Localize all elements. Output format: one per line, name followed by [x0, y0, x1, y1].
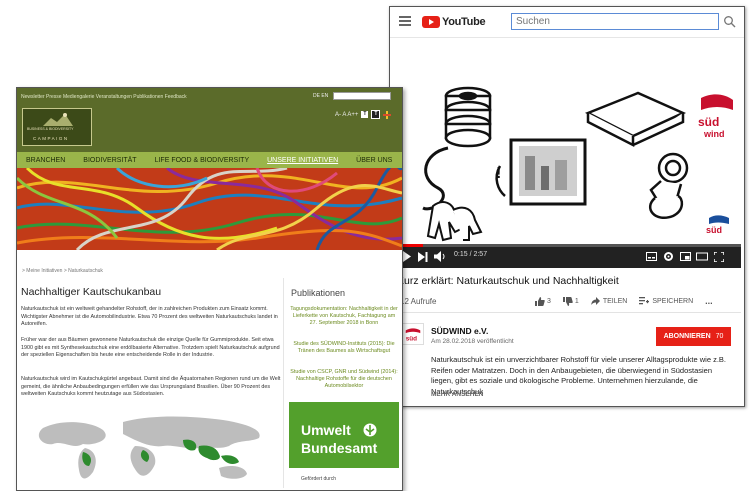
share-icon	[590, 297, 600, 305]
top-links[interactable]: Newsletter Presse Mediengalerie Veransta…	[21, 94, 187, 100]
channel-name[interactable]: SÜDWIND e.V.	[431, 326, 488, 336]
save-button[interactable]: SPEICHERN	[639, 297, 693, 305]
more-actions-icon[interactable]: ...	[705, 296, 713, 306]
landscape-logo-icon	[43, 113, 73, 126]
video-player[interactable]: ! süd wind süd	[393, 38, 741, 268]
thumbs-up-icon	[535, 296, 545, 306]
share-label: TEILEN	[602, 297, 628, 305]
accessibility-controls[interactable]: A- A A++ T T	[335, 110, 392, 119]
youtube-brand-text: YouTube	[442, 16, 486, 28]
publication-link-3[interactable]: Studie von CSCP, GNR und Südwind (2014):…	[290, 369, 398, 390]
uba-line-2: Bundesamt	[301, 440, 378, 456]
contrast-dark-icon[interactable]: T	[361, 111, 369, 118]
paragraph-3: Naturkautschuk wird im Kautschukgürtel a…	[21, 376, 281, 397]
font-size-controls[interactable]: A- A A++	[335, 112, 358, 118]
search-input[interactable]	[511, 13, 719, 30]
hamburger-menu-icon[interactable]	[399, 16, 411, 26]
logo-line-1: BUSINESS & BIODIVERSITY	[27, 127, 74, 131]
subscriber-count: 70	[715, 333, 724, 340]
nav-item-1[interactable]: BIODIVERSITÄT	[74, 157, 145, 164]
world-map	[38, 416, 260, 479]
show-more-link[interactable]: MEHR ANSEHEN	[431, 391, 484, 398]
like-count: 3	[547, 297, 551, 305]
publish-date: Am 28.02.2018 veröffentlicht	[431, 338, 514, 345]
logo-line-2: CAMPAIGN	[33, 136, 69, 141]
thumbs-down-icon	[562, 296, 573, 306]
divider	[397, 312, 741, 313]
fullscreen-icon[interactable]	[714, 252, 724, 262]
next-icon[interactable]	[418, 252, 428, 262]
youtube-window: YouTube Suchen ! süd wind süd 0:15 / 2:5…	[389, 6, 745, 407]
video-actions: 3 1 TEILEN SPEICHERN ...	[535, 295, 713, 307]
site-logo[interactable]: BUSINESS & BIODIVERSITY CAMPAIGN	[22, 108, 92, 146]
channel-avatar[interactable]: süd	[402, 323, 424, 345]
svg-text:wind: wind	[703, 129, 725, 139]
breadcrumb[interactable]: > Meine Initiativen > Naturkautschuk	[22, 268, 103, 274]
play-icon[interactable]	[402, 251, 412, 262]
theater-mode-icon[interactable]	[696, 252, 708, 261]
nav-item-0[interactable]: BRANCHEN	[17, 157, 74, 164]
uba-leaf-icon	[363, 423, 377, 437]
plus-icon[interactable]	[383, 110, 392, 119]
view-count: 12 Aufrufe	[400, 297, 437, 306]
language-switch[interactable]: DE EN	[313, 93, 328, 99]
subtitles-icon[interactable]	[646, 252, 657, 261]
main-navigation: BRANCHEN BIODIVERSITÄT LIFE FOOD & BIODIVE…	[17, 152, 402, 168]
paragraph-2: Früher war der aus Bäumen gewonnene Natu…	[21, 337, 280, 358]
svg-text:süd: süd	[706, 225, 722, 235]
subscribe-label: ABONNIEREN	[663, 333, 711, 340]
svg-text:süd: süd	[698, 115, 719, 129]
site-search-input[interactable]	[333, 92, 391, 100]
funded-by-label: Gefördert durch	[301, 476, 337, 482]
like-button[interactable]: 3	[535, 296, 551, 306]
tires-illustration	[444, 86, 492, 148]
umweltbundesamt-logo[interactable]: Umwelt Bundesamt	[289, 402, 399, 468]
share-button[interactable]: TEILEN	[590, 297, 628, 305]
uba-line-1: Umwelt	[301, 422, 351, 438]
add-to-playlist-icon	[639, 297, 650, 305]
page-heading: Nachhaltiger Kautschukanbau	[21, 286, 162, 298]
nav-item-4[interactable]: ÜBER UNS	[347, 157, 401, 164]
subscribe-button[interactable]: ABONNIEREN 70	[656, 327, 731, 346]
paragraph-1: Naturkautschuk ist ein weltweit gehandel…	[21, 306, 278, 327]
publications-heading: Publikationen	[291, 288, 346, 298]
miniplayer-icon[interactable]	[680, 252, 691, 261]
publication-link-2[interactable]: Studie des SÜDWIND-Instituts (2015): Die…	[290, 341, 398, 355]
save-label: SPEICHERN	[652, 297, 694, 305]
search-icon[interactable]	[723, 15, 737, 29]
publication-link-1[interactable]: Tagungsdokumentation: Nachhaltigkeit in …	[290, 306, 398, 327]
nav-item-2[interactable]: LIFE FOOD & BIODIVERSITY	[146, 157, 259, 164]
volume-icon[interactable]	[434, 251, 446, 262]
website-window: Newsletter Presse Mediengalerie Veransta…	[16, 87, 403, 491]
settings-icon[interactable]	[663, 251, 674, 262]
youtube-play-icon	[422, 16, 440, 28]
rubber-bands-banner	[17, 168, 402, 250]
video-time: 0:15 / 2:57	[454, 251, 488, 258]
contrast-light-icon[interactable]: T	[371, 110, 381, 119]
video-title: Kurz erklärt: Naturkautschuk und Nachhal…	[397, 275, 619, 287]
svg-text:!: !	[496, 165, 501, 182]
youtube-logo[interactable]: YouTube	[422, 15, 486, 29]
svg-text:süd: süd	[406, 335, 417, 342]
column-divider	[283, 278, 284, 488]
nav-item-3[interactable]: UNSERE INITIATIVEN	[258, 157, 347, 164]
dislike-button[interactable]: 1	[562, 296, 579, 306]
dislike-count: 1	[574, 297, 579, 305]
